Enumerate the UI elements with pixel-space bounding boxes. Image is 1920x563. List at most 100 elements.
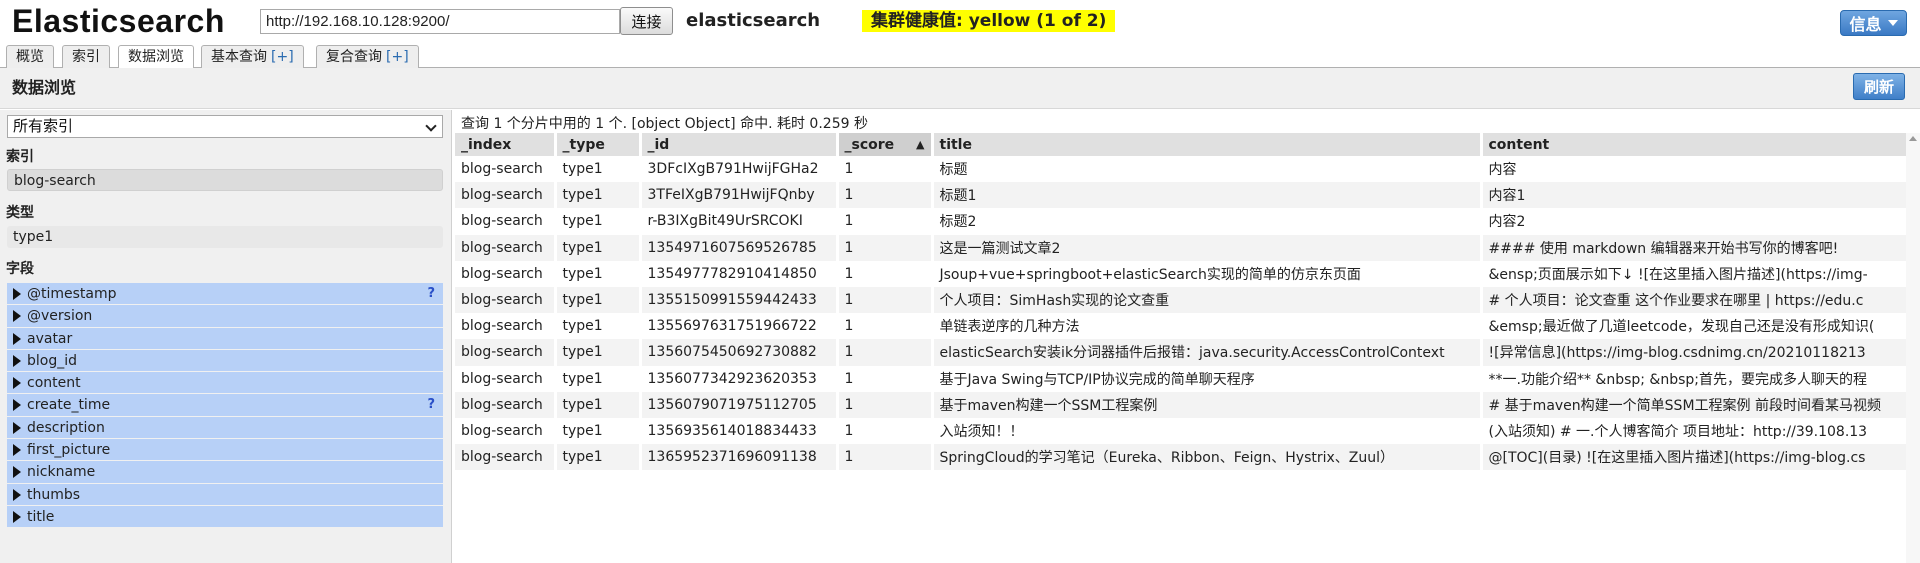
table-row[interactable]: blog-search type1 1354977782910414850 1 Jsou… (455, 261, 1913, 287)
add-query-tab-button[interactable]: [+] (386, 49, 409, 65)
cell-title: 基于Java Swing与TCP/IP协议完成的简单聊天程序 (939, 371, 1255, 388)
table-row[interactable]: blog-search type1 1365952371696091138 1 Spri… (455, 444, 1913, 471)
cell-type: type1 (562, 422, 603, 439)
connect-button[interactable]: 连接 (620, 7, 673, 35)
index-heading: 索引 (6, 149, 34, 165)
cell-content: #### 使用 markdown 编辑器来开始书写你的博客吧! (1481, 234, 1913, 261)
column-header-title[interactable]: title (932, 133, 1483, 156)
cell-title: 这是一篇测试文章2 (932, 234, 1481, 261)
cell-type: type1 (562, 161, 603, 178)
help-icon[interactable]: ? (427, 394, 435, 416)
expand-triangle-icon[interactable] (13, 332, 21, 345)
field-item[interactable]: content (7, 372, 443, 395)
tab-bar: 概览 索引 数据浏览 基本查询 [+] 复合查询 [+] (0, 42, 1920, 70)
cell-id: 1355150991559442433 (640, 286, 837, 314)
cell-score: 1 (837, 286, 932, 314)
cell-content: **一.功能介绍** &nbsp; &nbsp;首先，要完成多人聊天的程 (1488, 371, 1868, 388)
tab-label: 概览 (16, 49, 44, 65)
cell-type: type1 (562, 370, 603, 387)
cell-score: 1 (837, 339, 932, 366)
results-table: _index _type _id _score ▲ title content b… (455, 133, 1915, 471)
cell-type: type1 (555, 391, 640, 418)
page-title: 数据浏览 (12, 78, 77, 97)
help-icon[interactable]: ? (427, 283, 435, 305)
cell-id: 3TFeIXgB791HwijFQnby (640, 182, 837, 209)
cell-score: 1 (844, 318, 854, 335)
field-item[interactable]: create_time? (7, 394, 443, 417)
cell-type: type1 (555, 182, 640, 209)
column-header-score[interactable]: _score ▲ (837, 133, 934, 156)
cell-id: 3DFcIXgB791HwijFGHa2 (647, 161, 819, 178)
refresh-button[interactable]: 刷新 (1853, 73, 1905, 100)
field-name: @version (27, 308, 93, 325)
sidebar: 所有索引 索引 blog-search 类型 type1 字段 @timesta… (0, 110, 452, 563)
tab-overview[interactable]: 概览 (6, 45, 54, 69)
table-row[interactable]: blog-search type1 r-B3IXgBit49UrSRCOKI 1 标题2… (455, 208, 1913, 234)
tab-indices[interactable]: 索引 (62, 45, 110, 69)
cell-content: &emsp;最近做了几道leetcode，发现自己还是没有形成知识( (1488, 319, 1875, 336)
field-item[interactable]: title (7, 505, 443, 529)
table-row[interactable]: blog-search type1 3DFcIXgB791HwijFGHa2 1 标题 内… (455, 156, 1913, 182)
field-name: thumbs (27, 486, 81, 503)
cell-content: # 基于maven构建一个简单SSM工程案例 前段时间看某马视频 (1481, 391, 1913, 418)
expand-triangle-icon[interactable] (13, 510, 21, 523)
table-row[interactable]: blog-search type1 1356077342923620353 1 基于Ja… (455, 366, 1913, 392)
expand-triangle-icon[interactable] (13, 488, 21, 501)
column-header-id[interactable]: _id (640, 133, 839, 156)
expand-triangle-icon[interactable] (13, 354, 21, 367)
cell-type: type1 (555, 339, 640, 366)
add-query-tab-button[interactable]: [+] (271, 49, 294, 65)
tab-data-browse[interactable]: 数据浏览 (118, 45, 194, 70)
column-header-index[interactable]: _index (455, 133, 557, 156)
cell-index: blog-search (461, 370, 543, 387)
cell-title: 单链表逆序的几种方法 (939, 319, 1080, 336)
cell-id: 1354971607569526785 (640, 234, 837, 261)
cluster-health-badge: 集群健康值: yellow (1 of 2) (862, 10, 1116, 32)
expand-triangle-icon[interactable] (13, 288, 21, 300)
table-row[interactable]: blog-search type1 1355150991559442433 1 个人项目… (455, 286, 1913, 314)
field-item[interactable]: description (7, 416, 443, 440)
field-item[interactable]: thumbs (7, 483, 443, 506)
index-filter-item[interactable]: blog-search (7, 169, 443, 191)
field-item[interactable]: first_picture (7, 439, 443, 462)
field-item[interactable]: @version (7, 305, 443, 328)
expand-triangle-icon[interactable] (13, 310, 21, 323)
cell-type: type1 (555, 234, 640, 261)
vertical-scrollbar[interactable] (1906, 133, 1920, 563)
table-row[interactable]: blog-search type1 1356935614018834433 1 入站须知… (455, 418, 1913, 444)
info-menu-button[interactable]: 信息 (1840, 10, 1907, 36)
type-filter-item[interactable]: type1 (7, 226, 443, 248)
tab-basic-query[interactable]: 基本查询 [+] (201, 45, 304, 69)
expand-triangle-icon[interactable] (13, 421, 21, 434)
table-row[interactable]: blog-search type1 1356079071975112705 1 基于ma… (455, 391, 1913, 418)
table-row[interactable]: blog-search type1 1355697631751966722 1 单链表逆… (455, 313, 1913, 339)
field-item[interactable]: nickname (7, 461, 443, 484)
table-row[interactable]: blog-search type1 1356075450692730882 1 elas… (455, 339, 1913, 366)
table-row[interactable]: blog-search type1 1354971607569526785 1 这是一篇… (455, 234, 1913, 261)
table-header-row: _index _type _id _score ▲ title content (455, 133, 1915, 156)
cell-content: 内容 (1488, 162, 1517, 179)
index-select[interactable]: 所有索引 (7, 115, 443, 138)
tab-compound-query[interactable]: 复合查询 [+] (316, 45, 419, 69)
column-header-type[interactable]: _type (555, 133, 642, 156)
field-name: description (27, 419, 105, 436)
field-item[interactable]: avatar (7, 327, 443, 350)
cell-index: blog-search (455, 234, 555, 261)
expand-triangle-icon[interactable] (13, 466, 21, 479)
cell-index: blog-search (461, 422, 543, 439)
field-item[interactable]: @timestamp? (7, 283, 443, 306)
expand-triangle-icon[interactable] (13, 399, 21, 412)
url-input[interactable] (260, 9, 620, 34)
caret-down-icon (1887, 20, 1898, 26)
cell-title: 标题 (939, 162, 968, 179)
expand-triangle-icon[interactable] (13, 444, 21, 457)
index-select-value: 所有索引 (13, 117, 74, 135)
column-header-content[interactable]: content (1481, 133, 1915, 156)
scroll-up-arrow-icon[interactable] (1909, 136, 1917, 141)
expand-triangle-icon[interactable] (13, 377, 21, 390)
cell-score: 1 (837, 391, 932, 418)
field-item[interactable]: blog_id (7, 349, 443, 373)
cell-id: 1365952371696091138 (640, 444, 837, 471)
chevron-down-icon (425, 120, 437, 132)
table-row[interactable]: blog-search type1 3TFeIXgB791HwijFQnby 1 标题1… (455, 182, 1913, 209)
